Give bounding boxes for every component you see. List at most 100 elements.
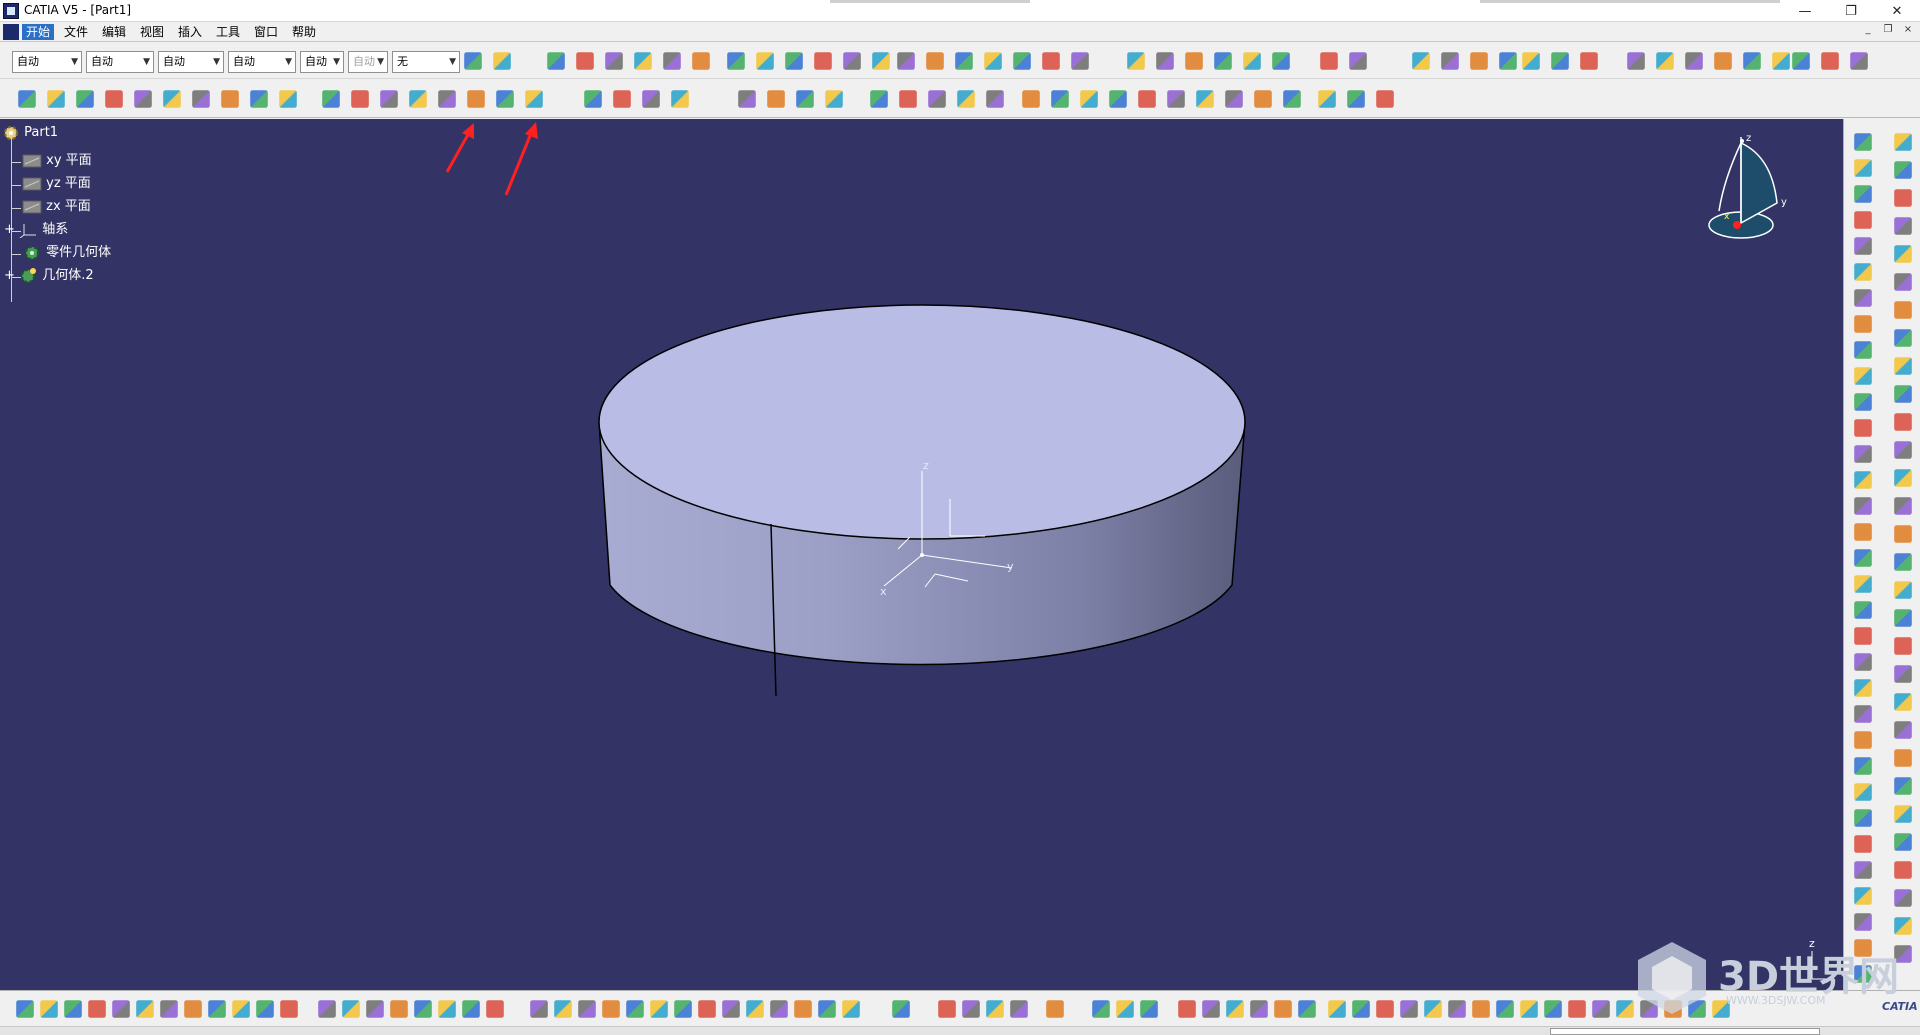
bottom-toolbar-tool-icon[interactable]: [486, 1000, 504, 1018]
right-toolbar-tool-icon[interactable]: [1854, 341, 1872, 359]
bottom-toolbar-tool-icon[interactable]: [208, 1000, 226, 1018]
right-toolbar-tool-icon[interactable]: [1854, 731, 1872, 749]
right-toolbar-tool-icon[interactable]: [1854, 471, 1872, 489]
toolbar1-tool-icon[interactable]: [1656, 52, 1674, 70]
toolbar2-tool-icon[interactable]: [738, 90, 756, 108]
bottom-toolbar-tool-icon[interactable]: [184, 1000, 202, 1018]
bottom-toolbar-tool-icon[interactable]: [1448, 1000, 1466, 1018]
bottom-toolbar-tool-icon[interactable]: [530, 1000, 548, 1018]
bottom-toolbar-tool-icon[interactable]: [1592, 1000, 1610, 1018]
right-toolbar-tool-icon[interactable]: [1894, 497, 1912, 515]
toolbar2-tool-icon[interactable]: [1225, 90, 1243, 108]
minimize-button[interactable]: —: [1782, 0, 1828, 22]
toolbar1-tool-icon[interactable]: [1127, 52, 1145, 70]
menu-window[interactable]: 窗口: [250, 24, 282, 40]
bottom-toolbar-tool-icon[interactable]: [64, 1000, 82, 1018]
right-toolbar-tool-icon[interactable]: [1854, 393, 1872, 411]
right-toolbar-tool-icon[interactable]: [1854, 367, 1872, 385]
toolbar2-tool-icon[interactable]: [671, 90, 689, 108]
toolbar2-tool-icon[interactable]: [351, 90, 369, 108]
toolbar1-tool-icon[interactable]: [756, 52, 774, 70]
right-toolbar-tool-icon[interactable]: [1854, 211, 1872, 229]
toolbar1-tool-icon[interactable]: [1156, 52, 1174, 70]
toolbar1-tool-icon[interactable]: [1071, 52, 1089, 70]
right-toolbar-tool-icon[interactable]: [1894, 637, 1912, 655]
toolbar1-tool-icon[interactable]: [1470, 52, 1488, 70]
toolbar1-tool-icon[interactable]: [1551, 52, 1569, 70]
bottom-toolbar-tool-icon[interactable]: [40, 1000, 58, 1018]
bottom-toolbar-tool-icon[interactable]: [842, 1000, 860, 1018]
bottom-toolbar-tool-icon[interactable]: [818, 1000, 836, 1018]
right-toolbar-tool-icon[interactable]: [1854, 809, 1872, 827]
right-toolbar-tool-icon[interactable]: [1894, 161, 1912, 179]
bottom-toolbar-tool-icon[interactable]: [1400, 1000, 1418, 1018]
toolbar2-tool-icon[interactable]: [279, 90, 297, 108]
bottom-toolbar-tool-icon[interactable]: [650, 1000, 668, 1018]
toolbar2-tool-icon[interactable]: [1254, 90, 1272, 108]
toolbar2-tool-icon[interactable]: [642, 90, 660, 108]
compass-quadrant[interactable]: [1740, 141, 1778, 225]
toolbar2-tool-icon[interactable]: [1022, 90, 1040, 108]
toolbar1-tool-icon[interactable]: [1772, 52, 1790, 70]
toolbar2-tool-icon[interactable]: [221, 90, 239, 108]
bottom-toolbar-tool-icon[interactable]: [366, 1000, 384, 1018]
toolbar1-tool-icon[interactable]: [926, 52, 944, 70]
toolbar2-tool-icon[interactable]: [322, 90, 340, 108]
bottom-toolbar-tool-icon[interactable]: [1226, 1000, 1244, 1018]
right-toolbar-tool-icon[interactable]: [1854, 653, 1872, 671]
toolbar1-tool-icon[interactable]: [634, 52, 652, 70]
menu-help[interactable]: 帮助: [288, 24, 320, 40]
compass-red-handle[interactable]: [1733, 221, 1741, 229]
toolbar1-tool-icon[interactable]: [464, 52, 482, 70]
bottom-toolbar-tool-icon[interactable]: [232, 1000, 250, 1018]
toolbar2-tool-icon[interactable]: [1283, 90, 1301, 108]
toolbar2-tool-icon[interactable]: [584, 90, 602, 108]
toolbar1-tool-icon[interactable]: [1743, 52, 1761, 70]
toolbar2-tool-icon[interactable]: [825, 90, 843, 108]
bottom-toolbar-tool-icon[interactable]: [88, 1000, 106, 1018]
bottom-toolbar-tool-icon[interactable]: [1010, 1000, 1028, 1018]
menu-edit[interactable]: 编辑: [98, 24, 130, 40]
right-toolbar-tool-icon[interactable]: [1854, 133, 1872, 151]
right-toolbar-tool-icon[interactable]: [1854, 263, 1872, 281]
toolbar1-tool-icon[interactable]: [843, 52, 861, 70]
toolbar1-tool-icon[interactable]: [897, 52, 915, 70]
toolbar2-tool-icon[interactable]: [1167, 90, 1185, 108]
right-toolbar-tool-icon[interactable]: [1854, 159, 1872, 177]
right-toolbar-tool-icon[interactable]: [1854, 705, 1872, 723]
mdi-restore-button[interactable]: ❐: [1880, 24, 1896, 40]
menu-start[interactable]: 开始: [22, 24, 55, 40]
toolbar1-tool-icon[interactable]: [663, 52, 681, 70]
right-toolbar-tool-icon[interactable]: [1894, 749, 1912, 767]
toolbar1-tool-icon[interactable]: [547, 52, 565, 70]
right-toolbar-tool-icon[interactable]: [1894, 441, 1912, 459]
bottom-toolbar-tool-icon[interactable]: [1376, 1000, 1394, 1018]
right-toolbar-tool-icon[interactable]: [1854, 549, 1872, 567]
bottom-toolbar-tool-icon[interactable]: [578, 1000, 596, 1018]
close-button[interactable]: ✕: [1874, 0, 1920, 22]
right-toolbar-tool-icon[interactable]: [1854, 887, 1872, 905]
bottom-toolbar-tool-icon[interactable]: [1092, 1000, 1110, 1018]
right-toolbar-tool-icon[interactable]: [1854, 783, 1872, 801]
bottom-toolbar-tool-icon[interactable]: [554, 1000, 572, 1018]
toolbar1-tool-icon[interactable]: [872, 52, 890, 70]
toolbar1-tool-icon[interactable]: [984, 52, 1002, 70]
bottom-toolbar-tool-icon[interactable]: [256, 1000, 274, 1018]
toolbar1-tool-icon[interactable]: [1821, 52, 1839, 70]
toolbar2-tool-icon[interactable]: [1080, 90, 1098, 108]
bottom-toolbar-tool-icon[interactable]: [794, 1000, 812, 1018]
bottom-toolbar-tool-icon[interactable]: [1496, 1000, 1514, 1018]
right-toolbar-tool-icon[interactable]: [1894, 385, 1912, 403]
toolbar2-tool-icon[interactable]: [928, 90, 946, 108]
bottom-toolbar-tool-icon[interactable]: [318, 1000, 336, 1018]
toolbar2-tool-icon[interactable]: [76, 90, 94, 108]
toolbar2-tool-icon[interactable]: [409, 90, 427, 108]
right-toolbar-tool-icon[interactable]: [1894, 553, 1912, 571]
toolbar2-tool-icon[interactable]: [192, 90, 210, 108]
transparency-combo[interactable]: 自动 ▼: [86, 51, 154, 73]
right-toolbar-tool-icon[interactable]: [1854, 601, 1872, 619]
toolbar2-tool-icon[interactable]: [438, 90, 456, 108]
right-toolbar-tool-icon[interactable]: [1854, 523, 1872, 541]
toolbar1-tool-icon[interactable]: [1499, 52, 1517, 70]
3d-viewport[interactable]: Part1 xy 平面 yz 平面 zx 平面 + 轴系 零件几何体 + 几何体…: [0, 119, 1843, 990]
